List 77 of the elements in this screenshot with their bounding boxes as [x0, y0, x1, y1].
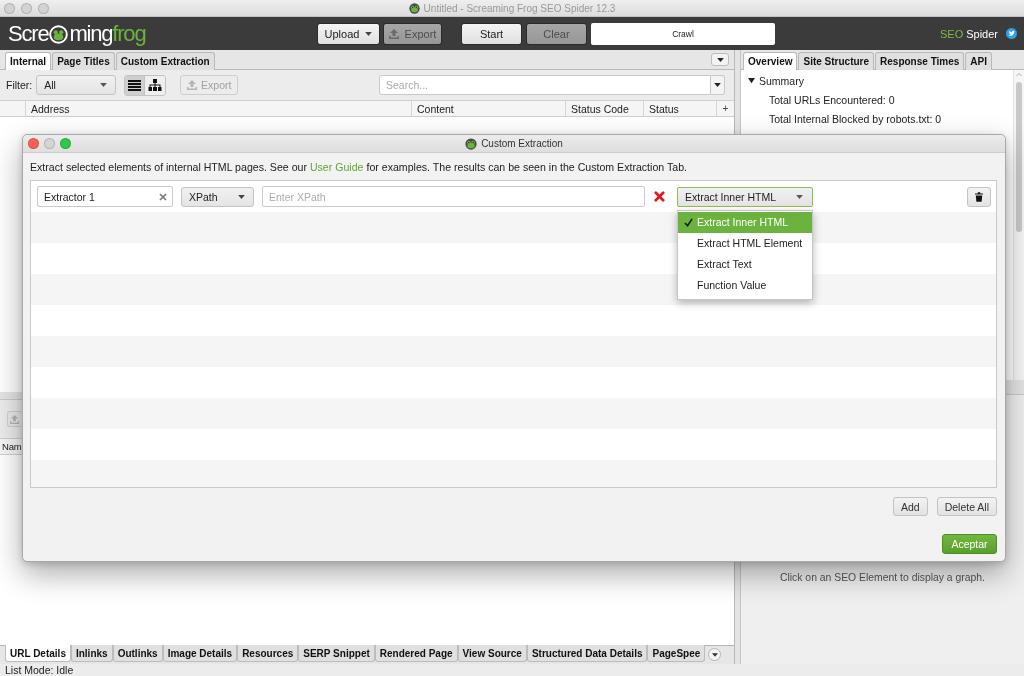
- add-button[interactable]: Add: [892, 497, 928, 516]
- zoom-button[interactable]: [60, 138, 71, 149]
- delete-button[interactable]: [967, 186, 991, 207]
- expanded-triangle-icon[interactable]: [748, 77, 755, 84]
- description-text: Extract selected elements of internal HTML pages. See our User Guide for examples. The results can be seen in the Custom Extraction Tab.: [29, 159, 688, 175]
- output-dropdown[interactable]: Extract Inner HTML: [677, 186, 813, 207]
- upload-icon: [10, 414, 19, 424]
- list-view-button[interactable]: [125, 75, 146, 95]
- caret-icon: [711, 652, 718, 657]
- search-history-button[interactable]: [711, 75, 725, 95]
- tree-view-button[interactable]: [145, 75, 166, 95]
- tab[interactable]: Resources: [237, 645, 299, 662]
- tab[interactable]: Response Times: [875, 52, 965, 70]
- scrollbar[interactable]: [1013, 70, 1024, 380]
- tab[interactable]: Site Structure: [798, 52, 875, 70]
- tab[interactable]: Overview: [743, 52, 798, 70]
- upload-icon: [187, 80, 198, 90]
- tab[interactable]: View Source: [457, 645, 527, 662]
- sitemap-icon: [148, 79, 163, 91]
- column-header[interactable]: Nam: [2, 441, 22, 452]
- column-header[interactable]: Content: [417, 102, 454, 115]
- tab[interactable]: URL Details: [5, 645, 71, 662]
- tab[interactable]: SERP Snippet: [298, 645, 375, 662]
- column-header[interactable]: Status Code: [571, 102, 629, 115]
- clear-icon[interactable]: [159, 192, 167, 201]
- caret-icon: [100, 83, 108, 87]
- tab[interactable]: Inlinks: [70, 645, 113, 662]
- check-icon: [684, 217, 693, 227]
- graph-hint-text: Click on an SEO Element to display a graph.: [779, 572, 985, 583]
- type-dropdown[interactable]: XPath: [181, 186, 254, 207]
- menu-item[interactable]: Function Value: [678, 274, 812, 296]
- filter-dropdown[interactable]: All: [36, 75, 117, 95]
- toolbar-button[interactable]: Start: [461, 22, 522, 45]
- name-field[interactable]: Extractor 1: [37, 186, 173, 207]
- caret-icon: [238, 194, 245, 199]
- product-name-accent: SEO: [939, 27, 964, 40]
- list-icon: [128, 79, 142, 91]
- tree-item[interactable]: Total URLs Encountered: 0: [769, 93, 895, 106]
- tab[interactable]: Outlinks: [112, 645, 163, 662]
- window-title: Untitled - Screaming Frog SEO Spider 12.3: [423, 2, 616, 14]
- menu-item[interactable]: Extract HTML Element: [678, 232, 812, 254]
- close-button[interactable]: [28, 138, 39, 149]
- tab[interactable]: Structured Data Details: [526, 645, 648, 662]
- tab[interactable]: Rendered Page: [374, 645, 458, 662]
- toolbar-button[interactable]: Upload: [317, 22, 380, 45]
- xpath-field[interactable]: Enter XPath: [262, 186, 645, 207]
- add-column-button[interactable]: +: [722, 103, 729, 114]
- trash-icon: [975, 191, 983, 202]
- dialog-title: Custom Extraction: [481, 138, 563, 149]
- caret-icon: [365, 31, 373, 36]
- app-logo: Scre mingfrog: [8, 22, 146, 45]
- tabs-menu-button[interactable]: [708, 648, 722, 661]
- tree-item[interactable]: Summary: [759, 74, 804, 87]
- tab[interactable]: Page Titles: [52, 52, 115, 70]
- tab[interactable]: Image Details: [162, 645, 238, 662]
- search-field[interactable]: Search...: [379, 75, 711, 95]
- crawl-status-display: Crawl: [591, 22, 775, 45]
- tree-item[interactable]: Total Internal Blocked by robots.txt: 0: [769, 112, 942, 125]
- tab[interactable]: API: [965, 52, 993, 70]
- frog-icon: [408, 2, 420, 14]
- caret-icon: [714, 83, 721, 87]
- caret-icon: [796, 194, 803, 199]
- tab[interactable]: PageSpee: [647, 645, 706, 662]
- menu-item[interactable]: Extract Text: [678, 253, 812, 275]
- bird-icon[interactable]: [1006, 28, 1017, 39]
- tab[interactable]: Custom Extraction: [115, 52, 215, 70]
- tab[interactable]: Internal: [5, 52, 52, 70]
- product-name: Spider: [966, 27, 998, 40]
- upload-icon: [388, 28, 399, 39]
- delete-all-button[interactable]: Delete All: [936, 497, 997, 516]
- column-header[interactable]: Status: [649, 102, 679, 115]
- status-text: List Mode: Idle: [5, 664, 74, 676]
- tabs-menu-button[interactable]: [711, 53, 729, 66]
- caret-icon: [716, 57, 724, 62]
- column-header[interactable]: Address: [31, 102, 70, 115]
- filter-label: Filter:: [6, 79, 33, 91]
- frog-icon: [465, 137, 478, 150]
